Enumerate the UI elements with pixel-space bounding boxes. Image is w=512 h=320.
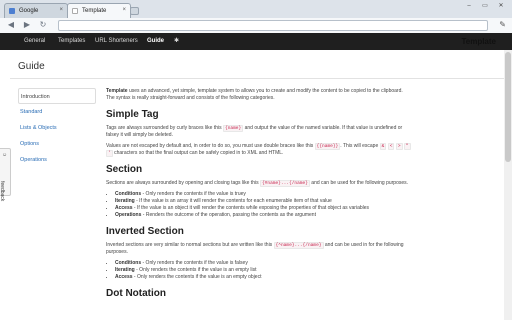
term: Operations [115, 212, 142, 218]
text: Values are not escaped by default and, i… [106, 143, 315, 149]
inverted-paragraph: Inverted sections are very similar to no… [106, 242, 496, 256]
code-snippet: " [403, 143, 411, 150]
list-item: Access - If the value is an object it wi… [115, 205, 496, 212]
sidebar-item-standard[interactable]: Standard [18, 104, 96, 120]
sidebar-item-operations[interactable]: Operations [18, 152, 96, 168]
inverted-section-heading: Inverted Section [106, 226, 184, 237]
intro-text: uses an advanced, yet simple, template s… [127, 88, 403, 94]
sidebar-item-options[interactable]: Options [18, 136, 96, 152]
minimize-icon[interactable]: – [462, 2, 476, 11]
text: and output the value of the named variab… [243, 125, 403, 131]
desc: - Only renders the contents if the value… [132, 274, 262, 280]
close-tab-icon[interactable]: × [59, 7, 63, 13]
text: . This will escape [340, 143, 380, 149]
desc: - Only renders the contents if the value… [141, 260, 248, 266]
list-item: Iterating - Only renders the contents if… [115, 267, 496, 274]
nav-templates[interactable]: Templates [58, 38, 85, 44]
tab-google[interactable]: Google × [4, 3, 68, 18]
scrollbar-thumb[interactable] [505, 52, 511, 162]
tab-title: Template [82, 8, 107, 14]
brand-title: Template [461, 37, 496, 46]
code-snippet: < [387, 143, 395, 150]
forward-arrow-icon[interactable]: ▶ [22, 20, 32, 30]
new-tab-button[interactable] [130, 7, 139, 15]
code-snippet: {#name}...{/name} [259, 180, 310, 187]
term: Iterating [115, 198, 135, 204]
text: Sections are always surrounded by openin… [106, 180, 260, 186]
desc: - If the value is an object it will rend… [132, 205, 370, 211]
code-snippet: {name} [223, 125, 244, 132]
dot-notation-heading: Dot Notation [106, 288, 166, 299]
page-title: Guide [18, 61, 45, 72]
feedback-tab[interactable]: ☺ feedback [0, 148, 11, 201]
window-controls: – ▭ ✕ [462, 2, 508, 11]
term: Access [115, 205, 133, 211]
section-paragraph: Sections are always surrounded by openin… [106, 180, 496, 187]
text: Inverted sections are very similar to no… [106, 242, 274, 248]
intro-paragraph: Template uses an advanced, yet simple, t… [106, 88, 496, 102]
desc: - Renders the outcome of the operation, … [141, 212, 316, 218]
close-window-icon[interactable]: ✕ [494, 2, 508, 11]
simple-tag-heading: Simple Tag [106, 109, 159, 120]
header-divider [10, 78, 504, 79]
desc: - Only renders the contents if the value… [141, 191, 246, 197]
nav-url-shorteners[interactable]: URL Shorteners [95, 38, 138, 44]
reload-icon[interactable]: ↻ [38, 20, 48, 30]
wrench-icon[interactable]: ✎ [499, 20, 506, 29]
list-item: Access - Only renders the contents if th… [115, 274, 496, 281]
text: Tags are always surrounded by curly brac… [106, 125, 223, 131]
code-snippet: & [379, 143, 387, 150]
nav-general[interactable]: General [24, 38, 45, 44]
term: Conditions [115, 260, 142, 266]
back-arrow-icon[interactable]: ◀ [6, 20, 16, 30]
inverted-list: Conditions - Only renders the contents i… [115, 260, 496, 281]
section-heading: Section [106, 164, 143, 175]
maximize-icon[interactable]: ▭ [478, 2, 492, 11]
simple-tag-paragraph-2: Values are not escaped by default and, i… [106, 143, 496, 157]
sidebar-item-lists-objects[interactable]: Lists & Objects [18, 120, 96, 136]
term: Access [115, 274, 133, 280]
code-snippet: ' [106, 150, 113, 157]
guide-content: Template uses an advanced, yet simple, t… [106, 84, 496, 320]
close-tab-icon[interactable]: × [122, 7, 126, 13]
list-item: Iterating - If the value is an array it … [115, 198, 496, 205]
intro-text-2: The syntax is really straight-forward an… [106, 95, 275, 101]
desc: - Only renders the contents if the value… [134, 267, 257, 273]
simple-tag-paragraph-1: Tags are always surrounded by curly brac… [106, 125, 496, 139]
browser-chrome: Google × Template × – ▭ ✕ ◀ ▶ ↻ ✎ [0, 0, 512, 33]
tab-template[interactable]: Template × [67, 3, 131, 18]
sidebar-item-introduction[interactable]: Introduction [18, 88, 96, 104]
browser-toolbar: ◀ ▶ ↻ ✎ [0, 18, 512, 33]
google-favicon-icon [9, 8, 15, 14]
sidebar: Introduction Standard Lists & Objects Op… [18, 88, 96, 168]
code-snippet: {{name}} [314, 143, 341, 150]
feedback-label: feedback [0, 181, 5, 202]
list-item: Conditions - Only renders the contents i… [115, 191, 496, 198]
term: Conditions [115, 191, 142, 197]
text: and can be used in for the following [323, 242, 404, 248]
code-snippet: > [395, 143, 403, 150]
section-list: Conditions - Only renders the contents i… [115, 191, 496, 219]
list-item: Conditions - Only renders the contents i… [115, 260, 496, 267]
text: falsey it will simply be deleted. [106, 132, 173, 138]
site-navbar: General Templates URL Shorteners Guide ✱… [0, 33, 512, 50]
code-snippet: {^name}...{/name} [273, 242, 324, 249]
text: characters so that the final output can … [112, 150, 284, 156]
desc: - If the value is an array it will rende… [134, 198, 332, 204]
intro-strong: Template [106, 88, 128, 94]
tab-title: Google [19, 8, 39, 14]
nav-guide[interactable]: Guide [147, 38, 164, 44]
text: purposes. [106, 249, 128, 255]
list-item: Operations - Renders the outcome of the … [115, 212, 496, 219]
text: and can be used for the following purpos… [309, 180, 409, 186]
feedback-icon: ☺ [2, 152, 8, 158]
gear-icon[interactable]: ✱ [174, 37, 179, 44]
term: Iterating [115, 267, 135, 273]
page-favicon-icon [72, 8, 78, 14]
address-bar[interactable] [58, 20, 488, 31]
